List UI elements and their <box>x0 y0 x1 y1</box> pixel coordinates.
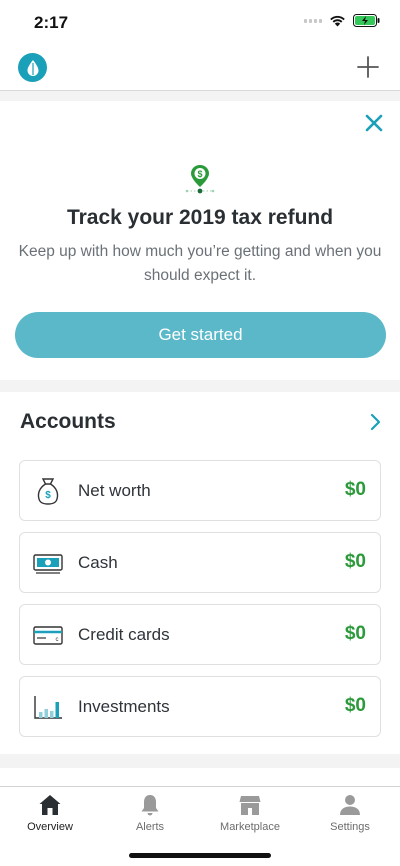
tab-overview[interactable]: Overview <box>0 787 100 843</box>
svg-text:$: $ <box>197 169 202 179</box>
tab-label: Alerts <box>135 821 165 833</box>
banknote-icon <box>33 554 63 574</box>
account-value: $0 <box>344 479 366 500</box>
cellular-signal-icon <box>304 18 322 23</box>
app-screen: 2:17 $ Track your 2019 tax refund Keep u… <box>0 0 400 866</box>
account-row-cash[interactable]: Cash $0 <box>19 532 381 593</box>
tab-label: Settings <box>330 821 370 833</box>
tab-settings[interactable]: Settings <box>300 787 400 843</box>
account-value: $0 <box>344 551 366 572</box>
wifi-icon <box>330 15 345 27</box>
svg-text:$: $ <box>45 490 51 501</box>
next-section-edge <box>0 768 400 786</box>
account-value: $0 <box>344 623 366 644</box>
user-icon <box>340 795 360 815</box>
bar-chart-icon <box>34 696 62 719</box>
promo-title: Track your 2019 tax refund <box>66 206 334 229</box>
account-row-investments[interactable]: Investments $0 <box>19 676 381 737</box>
chevron-right-icon[interactable] <box>368 412 382 432</box>
plus-icon[interactable] <box>356 55 380 79</box>
home-icon <box>39 795 61 815</box>
account-label: Credit cards <box>78 625 170 644</box>
account-label: Cash <box>78 553 118 572</box>
status-bar: 2:17 <box>0 0 400 46</box>
account-label: Net worth <box>78 481 151 500</box>
account-label: Investments <box>78 697 170 716</box>
promo-description: Keep up with how much you’re getting and… <box>18 243 382 284</box>
drop-logo-icon[interactable] <box>18 53 47 82</box>
top-nav <box>0 46 400 91</box>
credit-card-icon: c <box>33 626 63 645</box>
status-indicators <box>304 14 380 27</box>
accounts-title: Accounts <box>20 410 116 433</box>
tab-marketplace[interactable]: Marketplace <box>200 787 300 843</box>
accounts-section: Accounts $ Net worth $0 Cash $0 c Credit… <box>0 392 400 754</box>
get-started-button[interactable]: Get started <box>15 312 386 358</box>
tab-alerts[interactable]: Alerts <box>100 787 200 843</box>
status-time: 2:17 <box>34 13 69 32</box>
bell-icon <box>141 795 159 816</box>
account-row-credit-cards[interactable]: c Credit cards $0 <box>19 604 381 665</box>
battery-charging-icon <box>353 14 380 27</box>
svg-text:c: c <box>56 637 59 643</box>
account-row-net-worth[interactable]: $ Net worth $0 <box>19 460 381 521</box>
account-value: $0 <box>344 695 366 716</box>
storefront-icon <box>239 796 261 815</box>
tab-label: Marketplace <box>220 821 280 833</box>
close-icon[interactable] <box>362 111 386 135</box>
money-bag-icon: $ <box>37 478 59 505</box>
location-pin-dollar-icon: $ <box>185 165 215 194</box>
tab-label: Overview <box>27 821 73 833</box>
home-indicator <box>129 853 271 858</box>
